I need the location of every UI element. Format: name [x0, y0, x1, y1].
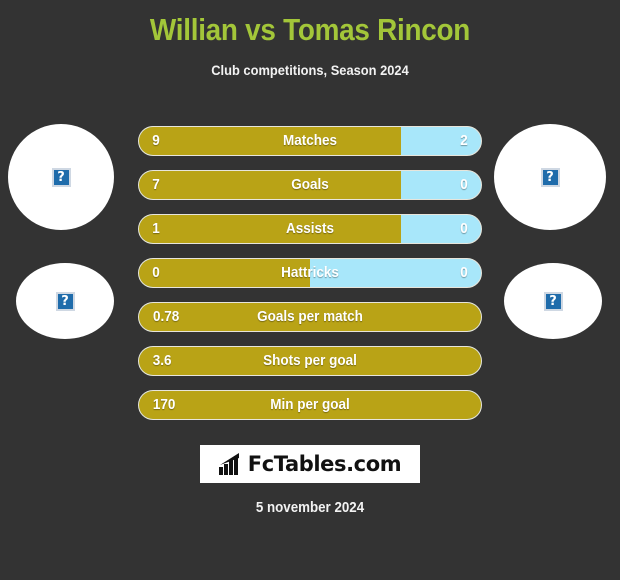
- footer-date: 5 november 2024: [255, 500, 365, 516]
- home-bar-fill: [139, 215, 402, 243]
- broken-image-icon: ?: [51, 167, 71, 187]
- home-stat-value: 1: [152, 221, 160, 237]
- home-bar-fill: [139, 347, 481, 375]
- broken-image-icon: ?: [55, 291, 75, 311]
- away-stat-value: 0: [460, 265, 468, 281]
- home-stat-value: 0: [152, 265, 160, 281]
- home-stat-value: 170: [152, 397, 176, 413]
- broken-image-icon: ?: [540, 167, 560, 187]
- stat-row: 1 Assists 0: [138, 214, 482, 244]
- away-player-photo-small: ?: [504, 263, 602, 339]
- home-bar-fill: [139, 259, 310, 287]
- stat-row: 0.78 Goals per match: [138, 302, 482, 332]
- stat-comparison-chart: 9 Matches 2 7 Goals 0 1 Assists 0 0 Hattricks 0 0.78…: [138, 126, 482, 420]
- home-player-photo-large: ?: [8, 124, 114, 230]
- away-stat-value: 2: [460, 133, 468, 149]
- stat-row: 170 Min per goal: [138, 390, 482, 420]
- away-stat-value: 0: [460, 177, 468, 193]
- fctables-logo[interactable]: FcTables.com: [200, 445, 420, 483]
- broken-image-icon: ?: [543, 291, 563, 311]
- home-bar-fill: [139, 171, 402, 199]
- stat-row: 3.6 Shots per goal: [138, 346, 482, 376]
- header: Willian vs Tomas Rincon Club competition…: [0, 0, 620, 79]
- stat-row: 9 Matches 2: [138, 126, 482, 156]
- fctables-logo-text: FcTables.com: [247, 452, 402, 476]
- home-stat-value: 7: [152, 177, 160, 193]
- away-player-photo-large: ?: [494, 124, 606, 230]
- home-stat-value: 0.78: [152, 309, 180, 325]
- stat-row: 0 Hattricks 0: [138, 258, 482, 288]
- page-subtitle: Club competitions, Season 2024: [211, 62, 409, 78]
- home-bar-fill: [139, 303, 481, 331]
- bar-chart-arrow-icon: [218, 453, 239, 475]
- stat-row: 7 Goals 0: [138, 170, 482, 200]
- home-stat-value: 9: [152, 133, 160, 149]
- home-stat-value: 3.6: [152, 353, 172, 369]
- away-stat-value: 0: [460, 221, 468, 237]
- home-player-photo-small: ?: [16, 263, 114, 339]
- home-bar-fill: [139, 127, 402, 155]
- home-bar-fill: [139, 391, 481, 419]
- page-title: Willian vs Tomas Rincon: [149, 12, 471, 47]
